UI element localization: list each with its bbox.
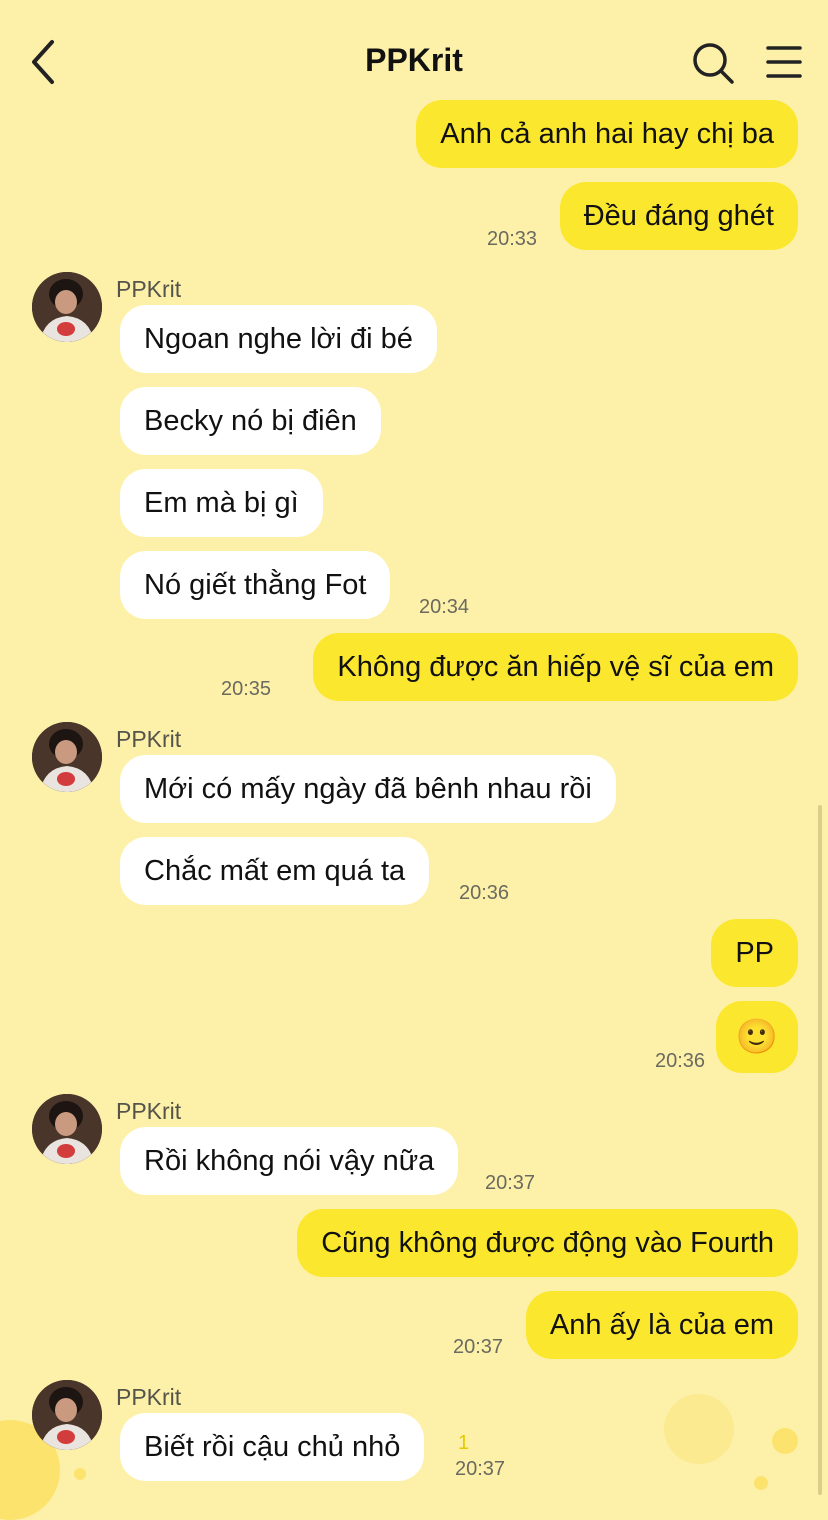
message-bubble-incoming[interactable]: Nó giết thằng Fot [120,551,391,619]
message-timestamp: 20:35 [221,678,272,700]
message-bubble-incoming[interactable]: Chắc mất em quá ta [120,837,430,905]
unread-count: 1 [458,1432,470,1454]
menu-button[interactable] [764,42,804,82]
sender-name: PPKrit [116,726,182,752]
avatar[interactable] [32,272,102,342]
message-timestamp: 20:36 [459,882,510,904]
scrollbar[interactable] [818,805,822,1495]
message-bubble-outgoing[interactable]: Không được ăn hiếp vệ sĩ của em [313,633,798,701]
message-bubble-incoming[interactable]: Becky nó bị điên [120,387,381,455]
message-timestamp: 20:37 [455,1458,506,1480]
message-bubble-incoming[interactable]: Biết rồi cậu chủ nhỏ [120,1413,425,1481]
message-bubble-incoming[interactable]: Mới có mấy ngày đã bênh nhau rồi [120,755,616,823]
message-timestamp: 20:34 [419,596,470,618]
message-bubble-incoming[interactable]: Rồi không nói vậy nữa [120,1127,459,1195]
message-timestamp: 20:36 [655,1050,706,1072]
message-bubble-outgoing[interactable]: Anh ấy là của em [525,1291,798,1359]
message-timestamp: 20:37 [485,1172,536,1194]
avatar[interactable] [32,722,102,792]
message-bubble-outgoing[interactable]: Đều đáng ghét [559,182,798,250]
message-bubble-outgoing[interactable]: Anh cả anh hai hay chị ba [416,100,798,168]
chat-header: PPKrit [0,0,828,110]
chat-area[interactable]: Anh cả anh hai hay chị ba Đều đáng ghét … [0,0,828,1501]
message-bubble-outgoing[interactable]: Cũng không được động vào Fourth [297,1209,798,1277]
search-button[interactable] [690,40,736,86]
message-bubble-outgoing[interactable]: 🙂 [715,1001,798,1073]
sender-name: PPKrit [116,1384,182,1410]
menu-icon [766,46,802,78]
sender-name: PPKrit [116,1098,182,1124]
message-bubble-incoming[interactable]: Em mà bị gì [120,469,323,537]
search-icon [693,43,734,84]
avatar[interactable] [32,1094,102,1164]
message-timestamp: 20:37 [453,1336,504,1358]
sender-name: PPKrit [116,276,182,302]
message-bubble-outgoing[interactable]: PP [711,919,798,987]
avatar[interactable] [32,1380,102,1450]
message-timestamp: 20:33 [487,228,538,250]
message-bubble-incoming[interactable]: Ngoan nghe lời đi bé [120,305,437,373]
